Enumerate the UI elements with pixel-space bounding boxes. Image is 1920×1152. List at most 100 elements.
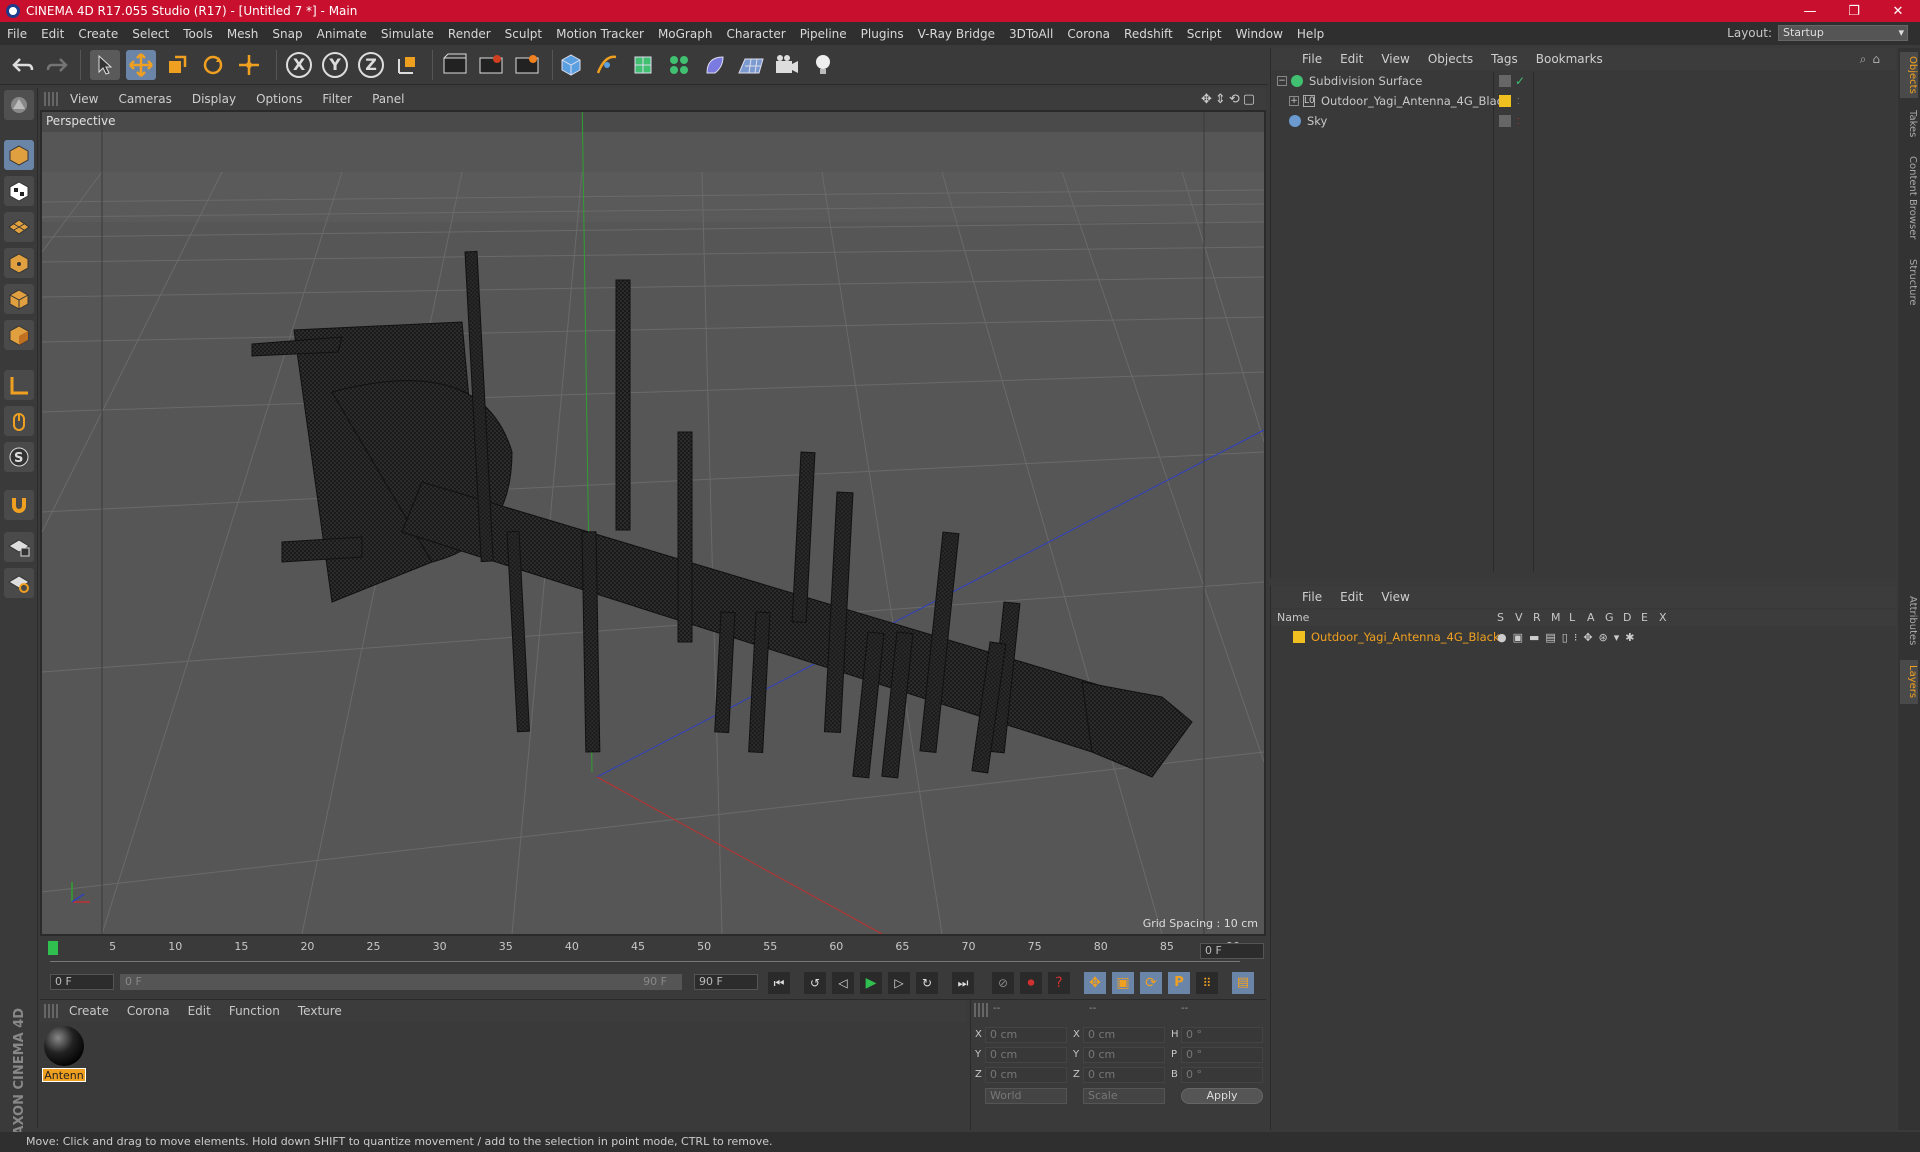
menu-file[interactable]: File	[0, 27, 34, 41]
light-icon[interactable]	[808, 50, 838, 80]
viewport-menu-options[interactable]: Options	[246, 92, 312, 106]
workplane-icon[interactable]	[4, 176, 34, 206]
workplane-snap-icon[interactable]	[4, 568, 34, 598]
layer-menu-file[interactable]: File	[1293, 590, 1331, 604]
viewport-menu-filter[interactable]: Filter	[312, 92, 362, 106]
material-swatch[interactable]: Antenn	[42, 1024, 86, 1082]
menu-corona[interactable]: Corona	[1060, 27, 1117, 41]
scale-icon[interactable]	[162, 50, 192, 80]
maximize-button[interactable]: ❐	[1832, 0, 1876, 22]
menu-create[interactable]: Create	[71, 27, 125, 41]
menu-character[interactable]: Character	[719, 27, 792, 41]
grid-lock-icon[interactable]	[4, 490, 34, 520]
previous-key-icon[interactable]: ↺	[804, 972, 826, 994]
rotation-b-field[interactable]: 0 °	[1181, 1067, 1263, 1083]
coordinate-mode-dropdown[interactable]: World	[985, 1088, 1067, 1104]
timeline-window-icon[interactable]: ▤	[1232, 972, 1254, 994]
tab-attributes[interactable]: Attributes	[1900, 588, 1918, 654]
layer-menu-view[interactable]: View	[1372, 590, 1418, 604]
menu-edit[interactable]: Edit	[34, 27, 71, 41]
object-row[interactable]: + L0 Outdoor_Yagi_Antenna_4G_Black ⁚	[1271, 92, 1897, 110]
object-menu-bookmarks[interactable]: Bookmarks	[1527, 52, 1612, 66]
menu-vray-bridge[interactable]: V-Ray Bridge	[911, 27, 1002, 41]
play-icon[interactable]: ▶	[860, 972, 882, 994]
position-x-field[interactable]: 0 cm	[985, 1027, 1067, 1043]
cloner-icon[interactable]	[664, 50, 694, 80]
tab-content-browser[interactable]: Content Browser	[1900, 148, 1918, 248]
object-manager-search-icon[interactable]: ⌕⌂	[1860, 52, 1886, 67]
menu-help[interactable]: Help	[1290, 27, 1331, 41]
record-keys-icon[interactable]: ⊘	[992, 972, 1014, 994]
close-button[interactable]: ✕	[1876, 0, 1920, 22]
object-menu-objects[interactable]: Objects	[1419, 52, 1482, 66]
y-axis-icon[interactable]: Y	[320, 50, 350, 80]
tab-objects[interactable]: Objects	[1900, 52, 1918, 98]
viewport-nav-icons[interactable]: ✥⇕⟲▢	[1201, 92, 1258, 107]
menu-tools[interactable]: Tools	[176, 27, 220, 41]
next-frame-icon[interactable]: ▷	[888, 972, 910, 994]
keyframe-selection-icon[interactable]: ?	[1048, 972, 1070, 994]
expand-icon[interactable]: +	[1289, 96, 1299, 106]
material-menu-edit[interactable]: Edit	[179, 1004, 220, 1018]
menu-window[interactable]: Window	[1229, 27, 1290, 41]
object-menu-view[interactable]: View	[1372, 52, 1418, 66]
size-z-field[interactable]: 0 cm	[1083, 1067, 1165, 1083]
visibility-dots-icon[interactable]: ⁚	[1517, 97, 1520, 106]
layer-color-swatch[interactable]	[1293, 631, 1305, 643]
menu-mograph[interactable]: MoGraph	[651, 27, 720, 41]
cube-icon[interactable]	[556, 50, 586, 80]
x-axis-icon[interactable]: X	[284, 50, 314, 80]
object-menu-file[interactable]: File	[1293, 52, 1331, 66]
go-to-end-icon[interactable]: ⏭	[952, 972, 974, 994]
key-parameter-icon[interactable]: P	[1168, 972, 1190, 994]
scale-mode-dropdown[interactable]: Scale	[1083, 1088, 1165, 1104]
render-picture-viewer-icon[interactable]	[476, 50, 506, 80]
menu-animate[interactable]: Animate	[310, 27, 374, 41]
menu-simulate[interactable]: Simulate	[374, 27, 441, 41]
pen-icon[interactable]	[592, 50, 622, 80]
key-rotation-icon[interactable]: ⟳	[1140, 972, 1162, 994]
material-menu-create[interactable]: Create	[60, 1004, 118, 1018]
start-frame-field[interactable]: 0 F	[50, 974, 114, 990]
menu-sculpt[interactable]: Sculpt	[498, 27, 549, 41]
material-menu-corona[interactable]: Corona	[118, 1004, 179, 1018]
end-frame-field[interactable]: 90 F	[694, 974, 758, 990]
current-frame-field[interactable]: 0 F	[1200, 943, 1264, 959]
go-to-start-icon[interactable]: ⏮	[768, 972, 790, 994]
solo-icon[interactable]	[4, 406, 34, 436]
texture-mode-icon[interactable]	[4, 140, 34, 170]
menu-snap[interactable]: Snap	[265, 27, 309, 41]
tab-layers[interactable]: Layers	[1900, 660, 1918, 704]
menu-plugins[interactable]: Plugins	[854, 27, 911, 41]
move-icon[interactable]	[126, 50, 156, 80]
layout-dropdown[interactable]: Startup	[1778, 25, 1908, 41]
menu-mesh[interactable]: Mesh	[220, 27, 266, 41]
key-scale-icon[interactable]: ▣	[1112, 972, 1134, 994]
material-menu-function[interactable]: Function	[220, 1004, 289, 1018]
grid-snap-icon[interactable]	[4, 532, 34, 562]
rotation-p-field[interactable]: 0 °	[1181, 1047, 1263, 1063]
object-menu-edit[interactable]: Edit	[1331, 52, 1372, 66]
viewport-menu-cameras[interactable]: Cameras	[108, 92, 181, 106]
enabled-check-icon[interactable]: ✓	[1515, 74, 1525, 88]
redo-icon[interactable]	[42, 50, 72, 80]
select-icon[interactable]	[90, 50, 120, 80]
camera-icon[interactable]	[772, 50, 802, 80]
layer-row[interactable]: Outdoor_Yagi_Antenna_4G_Black ●▣▬▤▯⁝✥⊛▾✱	[1271, 628, 1897, 646]
position-z-field[interactable]: 0 cm	[985, 1067, 1067, 1083]
menu-select[interactable]: Select	[125, 27, 176, 41]
menu-render[interactable]: Render	[441, 27, 498, 41]
material-menu-texture[interactable]: Texture	[289, 1004, 351, 1018]
points-mode-icon[interactable]	[4, 212, 34, 242]
snap-icon[interactable]: S	[4, 442, 34, 472]
rotation-h-field[interactable]: 0 °	[1181, 1027, 1263, 1043]
menu-redshift[interactable]: Redshift	[1117, 27, 1180, 41]
apply-button[interactable]: Apply	[1181, 1088, 1263, 1104]
menu-3dtoall[interactable]: 3DToAll	[1002, 27, 1060, 41]
size-y-field[interactable]: 0 cm	[1083, 1047, 1165, 1063]
playhead[interactable]	[48, 941, 58, 955]
tweak-mode-icon[interactable]	[4, 370, 34, 400]
object-row[interactable]: Sky ⁚	[1271, 112, 1897, 130]
menu-motion-tracker[interactable]: Motion Tracker	[549, 27, 651, 41]
polygons-mode-icon[interactable]	[4, 284, 34, 314]
